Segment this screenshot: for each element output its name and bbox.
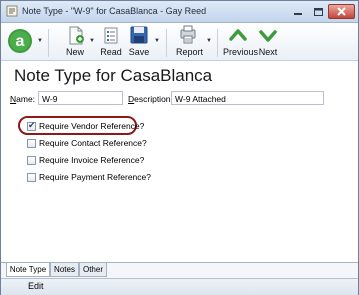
name-label-text: ame: — [16, 94, 36, 104]
checkbox-box[interactable]: ✔ — [27, 119, 36, 131]
svg-text:a: a — [16, 33, 25, 50]
maximize-button[interactable] — [308, 4, 328, 19]
require-vendor-reference-checkbox[interactable]: ✔ Require Vendor Reference? — [27, 119, 145, 131]
tab-notes[interactable]: Notes — [50, 263, 79, 277]
next-label: Next — [258, 47, 278, 57]
checkbox-box[interactable] — [27, 172, 36, 182]
save-label: Save — [128, 47, 150, 57]
checkbox-label: Require Invoice Reference? — [39, 155, 145, 165]
close-button[interactable] — [328, 4, 355, 19]
require-contact-reference-checkbox[interactable]: Require Contact Reference? — [27, 138, 147, 148]
down-chevron-icon — [259, 30, 277, 42]
previous-label: Previous — [223, 47, 259, 57]
report-dropdown-icon[interactable]: ▼ — [206, 38, 212, 44]
name-label: Name: — [10, 94, 35, 104]
read-button[interactable]: Read — [99, 25, 123, 59]
next-button[interactable]: Next — [256, 25, 280, 59]
tab-note-type[interactable]: Note Type — [6, 263, 50, 277]
toolbar-separator — [48, 29, 49, 57]
status-mode: Edit — [28, 281, 44, 291]
minimize-icon — [293, 12, 302, 15]
tab-strip: Note Type Notes Other — [1, 262, 358, 278]
app-menu-button[interactable]: a — [7, 26, 33, 56]
description-field-value: W-9 Attached — [175, 94, 226, 104]
page-title: Note Type for CasaBlanca — [14, 66, 213, 85]
app-menu-dropdown-icon[interactable]: ▼ — [37, 38, 43, 44]
checkbox-label: Require Vendor Reference? — [39, 121, 145, 131]
save-button[interactable]: Save — [127, 25, 151, 59]
toolbar: a ▼ New ▼ Read Save ▼ Report ▼ Previous … — [1, 23, 358, 61]
checkbox-box[interactable] — [27, 138, 36, 148]
toolbar-separator — [217, 29, 218, 57]
read-list-icon — [104, 27, 118, 44]
note-type-window: Note Type - "W-9" for CasaBlanca - Gay R… — [0, 0, 359, 295]
title-bar[interactable]: Note Type - "W-9" for CasaBlanca - Gay R… — [1, 1, 358, 23]
name-field-value: W-9 — [42, 94, 58, 104]
checkmark-icon: ✔ — [28, 119, 36, 130]
require-invoice-reference-checkbox[interactable]: Require Invoice Reference? — [27, 155, 144, 165]
description-label: Description: — [128, 94, 173, 104]
require-payment-reference-checkbox[interactable]: Require Payment Reference? — [27, 172, 151, 182]
checkbox-box[interactable] — [27, 155, 36, 165]
window-app-icon — [6, 5, 18, 17]
description-field[interactable]: W-9 Attached — [171, 91, 324, 105]
new-dropdown-icon[interactable]: ▼ — [89, 38, 95, 44]
window-title: Note Type - "W-9" for CasaBlanca - Gay R… — [22, 6, 207, 16]
report-label: Report — [176, 47, 204, 57]
close-icon — [337, 7, 346, 16]
minimize-button[interactable] — [288, 4, 308, 19]
report-button[interactable]: Report — [176, 25, 204, 59]
status-bar: Edit — [1, 278, 358, 295]
new-button[interactable]: New — [63, 25, 87, 59]
tab-other[interactable]: Other — [79, 263, 107, 277]
checkbox-label: Require Payment Reference? — [39, 172, 151, 182]
new-document-icon — [69, 26, 84, 45]
maximize-icon — [313, 7, 323, 16]
save-disk-icon — [130, 26, 148, 44]
read-label: Read — [100, 47, 122, 57]
checkbox-label: Require Contact Reference? — [39, 138, 147, 148]
description-label-text: escription: — [134, 94, 173, 104]
new-label: New — [65, 47, 84, 57]
report-icon — [180, 25, 196, 44]
toolbar-separator — [166, 29, 167, 57]
previous-button[interactable]: Previous — [223, 25, 259, 59]
save-dropdown-icon[interactable]: ▼ — [154, 38, 160, 44]
up-chevron-icon — [229, 29, 247, 41]
name-field[interactable]: W-9 — [38, 91, 123, 105]
app-logo-icon: a — [8, 29, 32, 53]
